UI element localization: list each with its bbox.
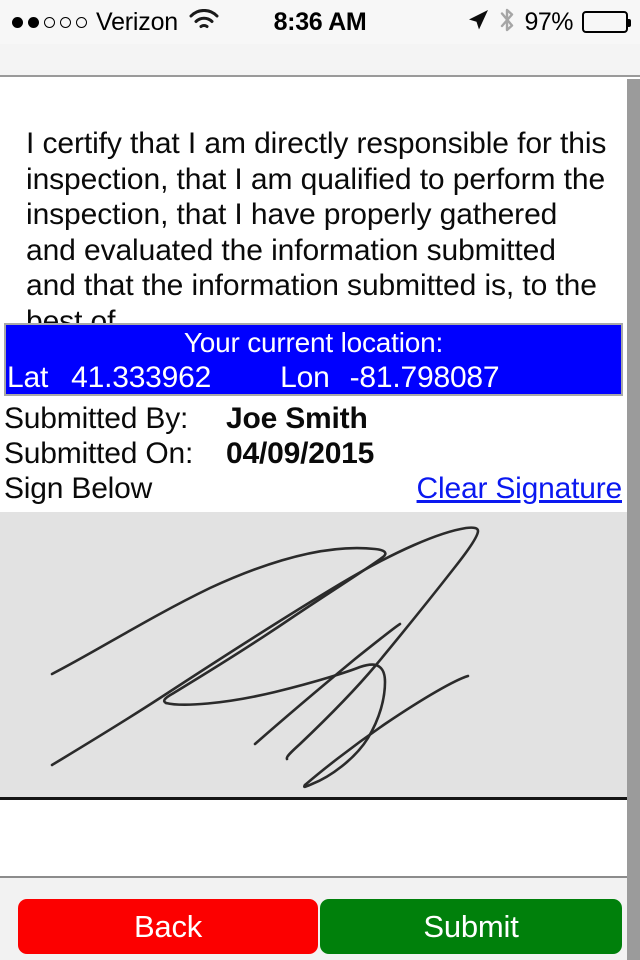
submitted-by-value: Joe Smith	[226, 402, 368, 435]
longitude-label: Lon	[280, 361, 330, 394]
status-bar-center: 8:36 AM	[274, 8, 367, 37]
signal-dot-5	[76, 16, 87, 28]
back-button[interactable]: Back	[18, 899, 318, 954]
wifi-icon	[189, 8, 219, 36]
clock-label: 8:36 AM	[273, 7, 367, 36]
longitude-value: -81.798087	[349, 361, 500, 394]
submitted-on-label: Submitted On:	[4, 437, 194, 470]
status-bar-right: 97%	[366, 7, 631, 38]
status-bar-left: Verizon	[12, 8, 274, 37]
submitted-on-row: Submitted On: 04/09/2015	[4, 436, 623, 471]
signal-dot-3	[44, 16, 55, 28]
sign-below-row: Sign Below Clear Signature	[4, 471, 623, 508]
page-right-gutter	[627, 79, 640, 960]
location-coordinates: Lat 41.333962 Lon -81.798087	[6, 360, 621, 395]
certification-text: I certify that I am directly responsible…	[26, 127, 607, 338]
battery-icon	[582, 11, 631, 33]
signal-strength-dots	[12, 16, 87, 28]
submitted-on-value: 04/09/2015	[226, 437, 375, 470]
submitted-by-label: Submitted By:	[4, 402, 189, 435]
latitude-label: Lat	[7, 361, 49, 394]
signature-canvas[interactable]	[0, 512, 627, 800]
comment-input-field[interactable]	[0, 800, 627, 878]
signal-dot-1	[12, 16, 23, 28]
signal-dot-4	[60, 16, 71, 28]
submit-button[interactable]: Submit	[320, 899, 622, 954]
footer-toolbar: Back Submit	[0, 878, 627, 960]
signature-ink	[50, 526, 480, 789]
status-bar: Verizon 8:36 AM 97%	[0, 0, 640, 44]
battery-percent-label: 97%	[524, 7, 573, 36]
latitude-value: 41.333962	[71, 361, 212, 394]
signal-dot-2	[28, 16, 39, 28]
clear-signature-link[interactable]: Clear Signature	[417, 471, 623, 506]
sign-below-label: Sign Below	[4, 472, 153, 505]
location-banner-title: Your current location:	[183, 327, 444, 358]
bluetooth-icon	[499, 7, 515, 38]
current-location-banner: Your current location: Lat 41.333962 Lon…	[4, 323, 623, 396]
location-arrow-icon	[466, 8, 490, 37]
submitted-by-row: Submitted By: Joe Smith	[4, 401, 623, 436]
submission-meta: Submitted By: Joe Smith Submitted On: 04…	[4, 401, 623, 508]
carrier-label: Verizon	[96, 7, 178, 36]
form-page: I certify that I am directly responsible…	[0, 79, 627, 960]
navigation-bar	[0, 44, 640, 77]
